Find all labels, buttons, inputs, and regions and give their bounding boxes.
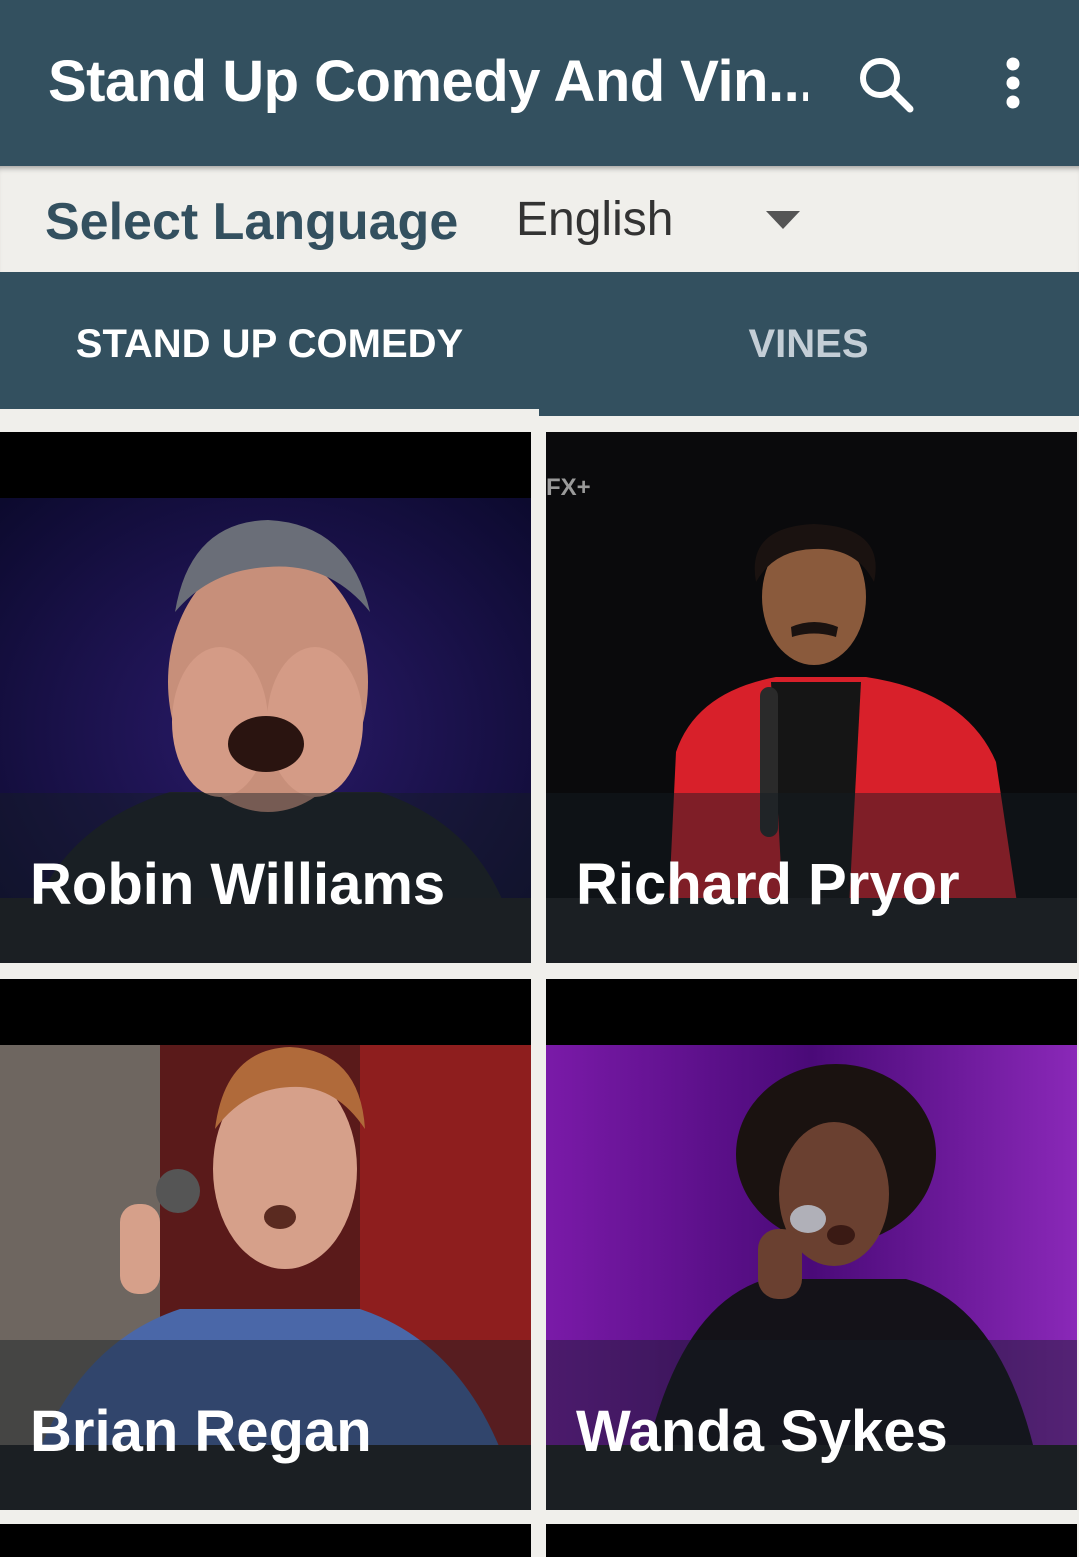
app-bar: Stand Up Comedy And Vin... [0, 0, 1079, 166]
comedian-name: Wanda Sykes [576, 1399, 948, 1464]
comedian-name: Richard Pryor [576, 852, 960, 917]
search-button[interactable] [850, 50, 922, 122]
comedian-name: Brian Regan [30, 1399, 372, 1464]
language-label: Select Language [45, 193, 459, 251]
language-dropdown[interactable]: English [500, 184, 820, 260]
tab-indicator [0, 409, 539, 416]
tab-bar: STAND UP COMEDY VINES [0, 272, 1079, 416]
card-caption: Wanda Sykes [546, 1340, 1077, 1510]
card-caption: Brian Regan [0, 1340, 531, 1510]
dropdown-caret-icon [766, 211, 800, 229]
comedian-card-richard-pryor[interactable]: Richard Pryor [546, 432, 1077, 963]
app-title: Stand Up Comedy And Vin... [48, 49, 808, 114]
search-icon [860, 58, 914, 113]
comedian-name: Robin Williams [30, 852, 446, 917]
comedian-card-wanda-sykes[interactable]: Wanda Sykes [546, 979, 1077, 1510]
comedian-card-peek[interactable] [0, 1524, 531, 1557]
overflow-menu-button[interactable] [985, 50, 1041, 122]
comedian-card-robin-williams[interactable]: Robin Williams [0, 432, 531, 963]
card-caption: Richard Pryor [546, 793, 1077, 963]
comedian-card-peek[interactable] [546, 1524, 1077, 1557]
more-vert-icon [1006, 57, 1020, 109]
language-selected-value: English [516, 193, 674, 246]
card-caption: Robin Williams [0, 793, 531, 963]
tab-vines[interactable]: VINES [539, 272, 1078, 416]
comedian-card-brian-regan[interactable]: Brian Regan [0, 979, 531, 1510]
tab-stand-up-comedy[interactable]: STAND UP COMEDY [0, 272, 539, 416]
fx-watermark: FX+ [546, 474, 591, 501]
